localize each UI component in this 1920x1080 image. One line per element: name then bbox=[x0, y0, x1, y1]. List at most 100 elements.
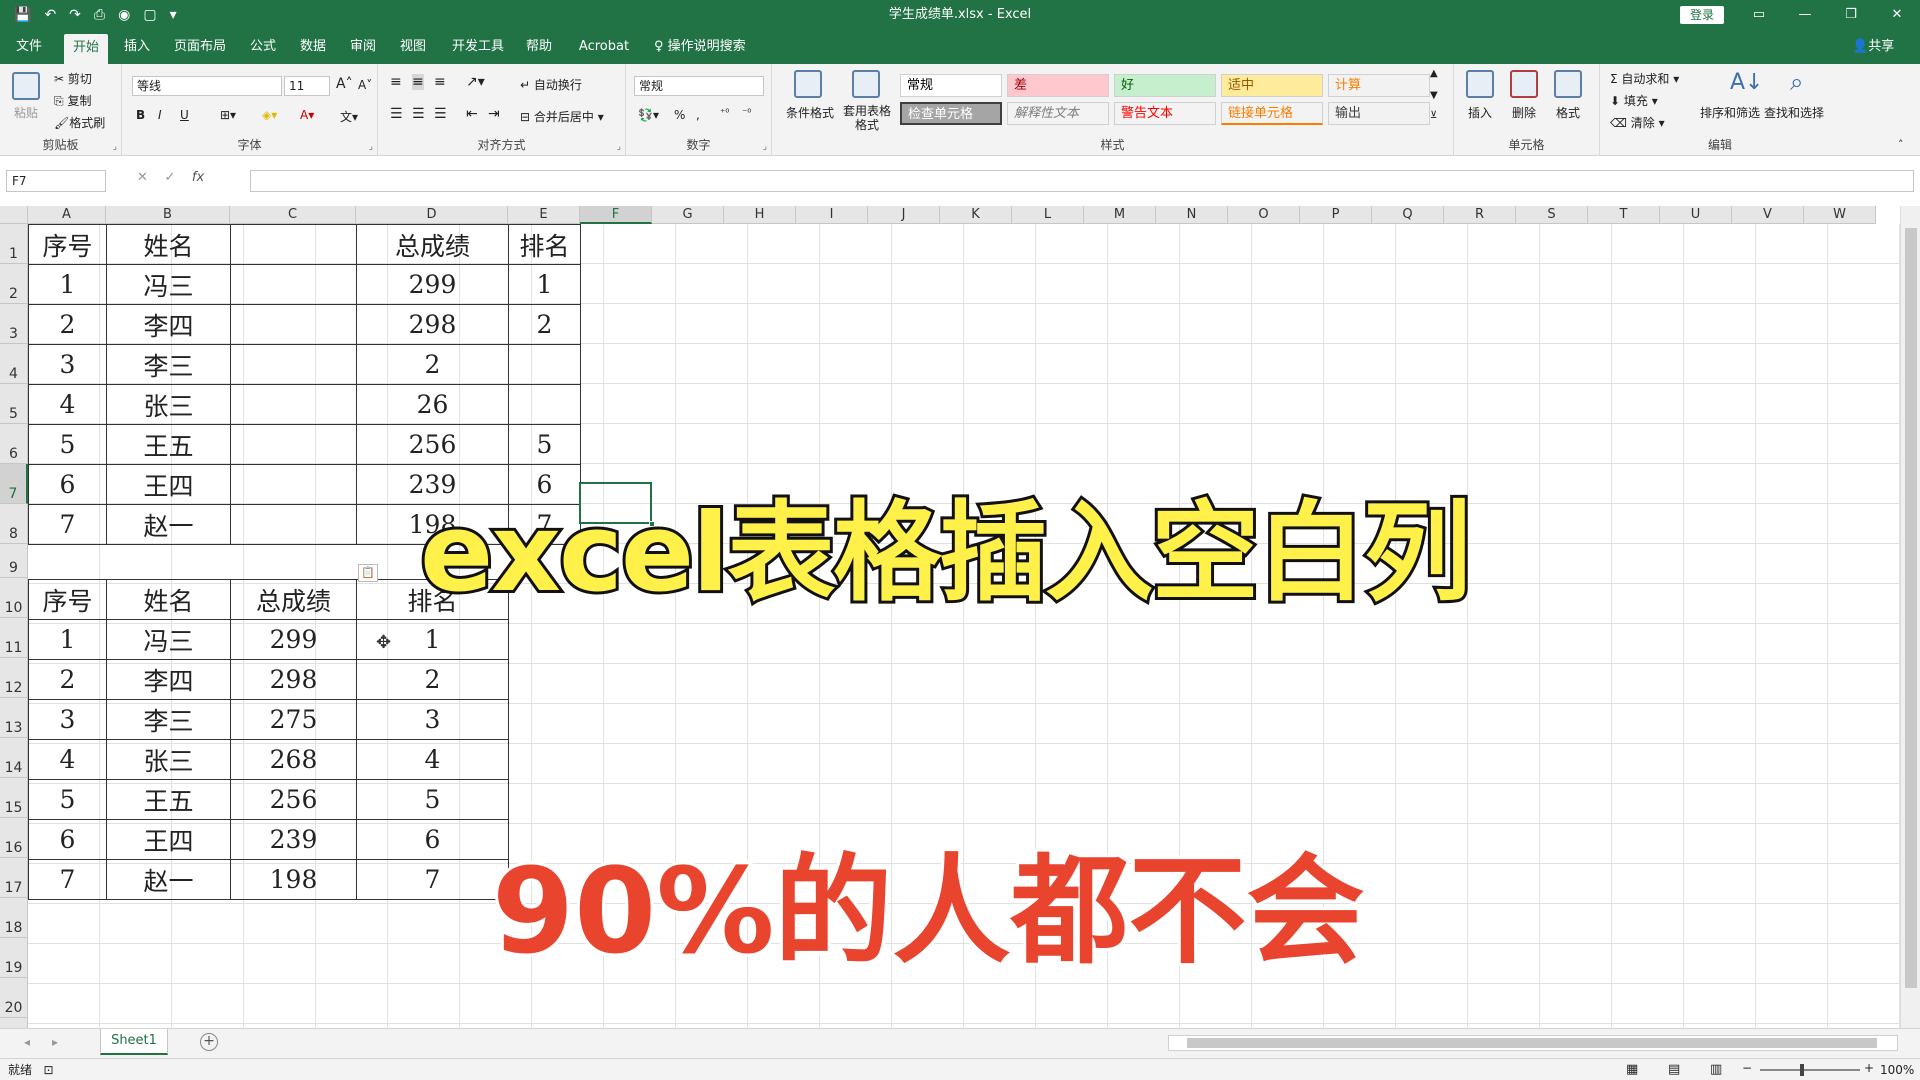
table-cell[interactable]: 198 bbox=[230, 859, 357, 900]
dialog-launcher-icon[interactable]: ⌟ bbox=[763, 142, 767, 152]
row-header-13[interactable]: 13 bbox=[0, 698, 28, 738]
tab-help[interactable]: 帮助 bbox=[518, 30, 560, 64]
row-header-5[interactable]: 5 bbox=[0, 384, 28, 424]
table-cell[interactable]: 李三 bbox=[106, 699, 231, 740]
cell-style-7[interactable]: 警告文本 bbox=[1114, 102, 1216, 125]
table-header-cell[interactable]: 序号 bbox=[28, 224, 107, 265]
table-cell[interactable] bbox=[230, 264, 357, 305]
table-cell[interactable]: 李三 bbox=[106, 344, 231, 385]
table-cell[interactable]: 李四 bbox=[106, 304, 231, 345]
column-header-t[interactable]: T bbox=[1588, 206, 1660, 224]
row-header-20[interactable]: 20 bbox=[0, 978, 28, 1018]
add-sheet-button[interactable]: + bbox=[200, 1033, 218, 1051]
increase-indent-icon[interactable]: ⇥ bbox=[488, 106, 500, 122]
column-header-b[interactable]: B bbox=[106, 206, 230, 224]
tab-view[interactable]: 视图 bbox=[392, 30, 434, 64]
increase-font-icon[interactable]: A˄ bbox=[336, 76, 353, 92]
minimize-icon[interactable]: — bbox=[1782, 0, 1828, 30]
vertical-scrollbar[interactable] bbox=[1900, 206, 1920, 1028]
row-header-8[interactable]: 8 bbox=[0, 504, 28, 544]
column-header-v[interactable]: V bbox=[1732, 206, 1804, 224]
italic-button[interactable]: I bbox=[158, 108, 162, 122]
dialog-launcher-icon[interactable]: ⌟ bbox=[113, 142, 117, 152]
font-size-select[interactable]: 11 bbox=[284, 76, 330, 96]
row-header-1[interactable]: 1 bbox=[0, 224, 28, 264]
zoom-in-icon[interactable]: + bbox=[1864, 1061, 1874, 1075]
table-cell[interactable]: 王四 bbox=[106, 464, 231, 505]
table-cell[interactable] bbox=[230, 304, 357, 345]
column-header-i[interactable]: I bbox=[796, 206, 868, 224]
cancel-icon[interactable]: ✕ bbox=[137, 170, 148, 185]
table-header-cell[interactable] bbox=[230, 224, 357, 265]
table-cell[interactable]: 268 bbox=[230, 739, 357, 780]
table-cell[interactable]: 298 bbox=[230, 659, 357, 700]
align-left-icon[interactable]: ☰ bbox=[390, 106, 403, 122]
number-format-select[interactable]: 常规 bbox=[634, 76, 764, 96]
column-header-u[interactable]: U bbox=[1660, 206, 1732, 224]
row-header-12[interactable]: 12 bbox=[0, 658, 28, 698]
tab-acrobat[interactable]: Acrobat bbox=[572, 30, 636, 64]
decrease-font-icon[interactable]: A˅ bbox=[358, 78, 372, 92]
table-cell[interactable]: 6 bbox=[28, 819, 107, 860]
tab-data[interactable]: 数据 bbox=[292, 30, 334, 64]
login-button[interactable]: 登录 bbox=[1680, 6, 1724, 24]
table-cell[interactable]: 256 bbox=[356, 424, 509, 465]
underline-button[interactable]: U bbox=[180, 108, 189, 122]
row-header-18[interactable]: 18 bbox=[0, 898, 28, 938]
insert-cells-button[interactable]: 插入 bbox=[1468, 104, 1492, 121]
find-select-button[interactable]: 查找和选择 bbox=[1764, 104, 1824, 121]
tab-formulas[interactable]: 公式 bbox=[242, 30, 284, 64]
table-cell[interactable]: 4 bbox=[356, 739, 509, 780]
conditional-format-button[interactable]: 条件格式 bbox=[782, 104, 838, 121]
conditional-format-icon[interactable] bbox=[794, 70, 822, 98]
table-cell[interactable]: 李四 bbox=[106, 659, 231, 700]
column-header-l[interactable]: L bbox=[1012, 206, 1084, 224]
table-cell[interactable]: 26 bbox=[356, 384, 509, 425]
align-right-icon[interactable]: ☰ bbox=[434, 106, 447, 122]
table-cell[interactable]: 3 bbox=[28, 699, 107, 740]
horizontal-scrollbar[interactable] bbox=[1168, 1035, 1898, 1051]
sheet-tab-sheet1[interactable]: Sheet1 bbox=[100, 1029, 168, 1055]
column-header-w[interactable]: W bbox=[1804, 206, 1876, 224]
column-header-r[interactable]: R bbox=[1444, 206, 1516, 224]
cell-style-3[interactable]: 适中 bbox=[1221, 74, 1323, 97]
table-cell[interactable]: 2 bbox=[508, 304, 581, 345]
formula-input[interactable] bbox=[250, 170, 1914, 192]
decrease-indent-icon[interactable]: ⇤ bbox=[466, 106, 478, 122]
table-cell[interactable]: 王五 bbox=[106, 779, 231, 820]
zoom-level[interactable]: 100% bbox=[1880, 1059, 1914, 1080]
cut-button[interactable]: ✂ 剪切 bbox=[54, 70, 92, 87]
format-painter-button[interactable]: 🖌格式刷 bbox=[54, 114, 105, 131]
column-header-f[interactable]: F bbox=[580, 206, 652, 224]
table-cell[interactable]: 6 bbox=[28, 464, 107, 505]
row-header-15[interactable]: 15 bbox=[0, 778, 28, 818]
table-cell[interactable]: 1 bbox=[28, 264, 107, 305]
wrap-text-button[interactable]: ↵ 自动换行 bbox=[520, 76, 582, 93]
table-cell[interactable]: 王五 bbox=[106, 424, 231, 465]
table-header-cell[interactable]: 姓名 bbox=[106, 579, 231, 620]
sheet-prev-icon[interactable]: ◂ bbox=[24, 1035, 30, 1049]
table-cell[interactable]: 3 bbox=[28, 344, 107, 385]
table-cell[interactable]: 298 bbox=[356, 304, 509, 345]
table-format-button[interactable]: 套用表格格式 bbox=[842, 104, 892, 132]
table-cell[interactable]: 5 bbox=[508, 424, 581, 465]
sort-filter-button[interactable]: 排序和筛选 bbox=[1700, 104, 1760, 121]
align-bottom-icon[interactable]: ≡ bbox=[434, 74, 446, 90]
column-header-h[interactable]: H bbox=[724, 206, 796, 224]
copy-button[interactable]: ⎘ 复制 bbox=[54, 92, 91, 109]
table-cell[interactable]: 7 bbox=[28, 859, 107, 900]
tab-review[interactable]: 审阅 bbox=[342, 30, 384, 64]
select-all-corner[interactable] bbox=[0, 206, 28, 224]
table-cell[interactable]: 275 bbox=[230, 699, 357, 740]
row-header-17[interactable]: 17 bbox=[0, 858, 28, 898]
gallery-down-icon[interactable]: ▼ bbox=[1430, 90, 1438, 101]
cell-style-8[interactable]: 链接单元格 bbox=[1221, 102, 1323, 125]
vertical-scroll-thumb[interactable] bbox=[1905, 228, 1917, 988]
table-cell[interactable]: 7 bbox=[28, 504, 107, 545]
table-cell[interactable]: 299 bbox=[356, 264, 509, 305]
row-header-16[interactable]: 16 bbox=[0, 818, 28, 858]
table-cell[interactable]: 239 bbox=[230, 819, 357, 860]
table-header-cell[interactable]: 总成绩 bbox=[230, 579, 357, 620]
table-cell[interactable]: 2 bbox=[356, 344, 509, 385]
font-name-select[interactable]: 等线 bbox=[132, 76, 282, 96]
